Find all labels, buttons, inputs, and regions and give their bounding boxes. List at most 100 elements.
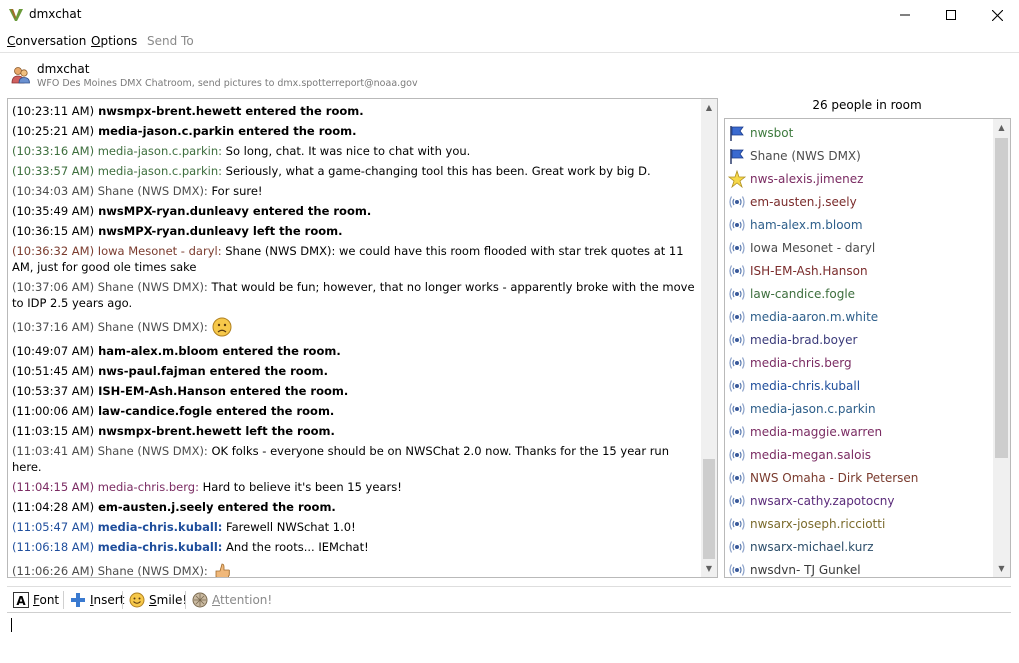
roster-scrollbar[interactable]: ▲ ▼: [993, 119, 1010, 577]
broadcast-icon: [729, 471, 745, 484]
roster-item[interactable]: NWS Omaha - Dirk Petersen: [725, 466, 993, 489]
roster-item[interactable]: media-maggie.warren: [725, 420, 993, 443]
broadcast-icon: [729, 540, 745, 553]
roster-item-label: media-aaron.m.white: [750, 309, 879, 324]
sad-face-emoticon-icon: [212, 317, 232, 337]
system-message: (11:00:06 AM) law-candice.fogle entered …: [12, 403, 698, 419]
message-header: (10:33:16 AM) media-jason.c.parkin:: [12, 144, 222, 158]
insert-button[interactable]: Insert: [70, 590, 124, 610]
chat-message: (10:33:57 AM) media-jason.c.parkin: Seri…: [12, 163, 698, 179]
broadcast-icon: [729, 241, 745, 254]
message-header: (11:04:15 AM) media-chris.berg:: [12, 480, 199, 494]
maximize-icon: [946, 10, 956, 20]
roster-item[interactable]: Shane (NWS DMX): [725, 144, 993, 167]
minimize-button[interactable]: [882, 0, 928, 30]
menu-options[interactable]: Options: [91, 34, 137, 48]
broadcast-icon: [729, 310, 745, 323]
message-text: law-candice.fogle entered the room.: [98, 404, 335, 418]
close-button[interactable]: [974, 0, 1019, 30]
thumbs-up-emoticon-icon: [215, 563, 230, 577]
roster-item[interactable]: ham-alex.m.bloom: [725, 213, 993, 236]
broadcast-icon: [729, 264, 745, 277]
roster-item[interactable]: nwsarx-cathy.zapotocny: [725, 489, 993, 512]
message-input[interactable]: [9, 615, 1007, 655]
close-icon: [991, 9, 1003, 21]
broadcast-icon: [729, 333, 745, 346]
message-header: (11:06:26 AM) Shane (NWS DMX):: [12, 564, 208, 578]
room-roster[interactable]: nwsbot Shane (NWS DMX) nws-alexis.jimenez e…: [724, 118, 1011, 578]
minimize-icon: [900, 14, 910, 16]
roster-scroll-thumb[interactable]: [995, 138, 1008, 458]
message-header: (11:05:47 AM): [12, 520, 95, 534]
toolbar-separator: [122, 591, 123, 609]
menu-conversation[interactable]: Conversation: [7, 34, 86, 48]
smile-button-accel: S: [149, 593, 157, 607]
roster-item[interactable]: media-jason.c.parkin: [725, 397, 993, 420]
maximize-button[interactable]: [928, 0, 974, 30]
message-text: nwsmpx-brent.hewett entered the room.: [98, 104, 364, 118]
attention-button[interactable]: Attention!: [192, 590, 272, 610]
roster-item[interactable]: media-chris.berg: [725, 351, 993, 374]
attention-button-accel: A: [212, 593, 220, 607]
chat-message: (11:06:26 AM) Shane (NWS DMX):: [12, 559, 698, 578]
broadcast-icon: [729, 494, 745, 507]
broadcast-icon: [729, 356, 745, 369]
roster-item[interactable]: nwsdvn- TJ Gunkel: [725, 558, 993, 577]
roster-item-label: nwsarx-michael.kurz: [750, 539, 874, 554]
roster-item[interactable]: nwsarx-michael.kurz: [725, 535, 993, 558]
message-text: Seriously, what a game-changing tool thi…: [225, 164, 651, 178]
menu-send-to[interactable]: Send To: [147, 34, 194, 48]
message-header: (10:53:37 AM): [12, 384, 95, 398]
system-message: (10:49:07 AM) ham-alex.m.bloom entered t…: [12, 343, 698, 359]
conversation-header: dmxchat WFO Des Moines DMX Chatroom, sen…: [0, 52, 1019, 94]
roster-item[interactable]: media-aaron.m.white: [725, 305, 993, 328]
roster-item[interactable]: nws-alexis.jimenez: [725, 167, 993, 190]
chat-room-icon: [11, 67, 30, 84]
broadcast-icon: [729, 563, 745, 576]
broadcast-icon: [729, 425, 745, 438]
roster-scroll-up-icon[interactable]: ▲: [993, 119, 1010, 136]
smile-button[interactable]: Smile!: [129, 590, 187, 610]
chat-message: (10:37:16 AM) Shane (NWS DMX):: [12, 315, 698, 339]
roster-item[interactable]: media-chris.kuball: [725, 374, 993, 397]
chat-history[interactable]: (10:23:11 AM) nwsmpx-brent.hewett entere…: [7, 98, 718, 578]
title-bar: dmxchat: [0, 0, 1019, 30]
system-message: (10:51:45 AM) nws-paul.fajman entered th…: [12, 363, 698, 379]
menu-bar: Conversation Options Send To: [0, 31, 1019, 51]
roster-item[interactable]: em-austen.j.seely: [725, 190, 993, 213]
roster-list: nwsbot Shane (NWS DMX) nws-alexis.jimenez e…: [725, 121, 993, 577]
roster-item[interactable]: media-megan.salois: [725, 443, 993, 466]
message-header: (11:03:41 AM) Shane (NWS DMX):: [12, 444, 208, 458]
chat-scroll-thumb[interactable]: [703, 459, 715, 559]
roster-item[interactable]: nwsarx-joseph.ricciotti: [725, 512, 993, 535]
roster-item-label: media-brad.boyer: [750, 332, 858, 347]
roster-item[interactable]: Iowa Mesonet - daryl: [725, 236, 993, 259]
chat-scrollbar[interactable]: ▲ ▼: [701, 99, 717, 577]
toolbar-separator: [185, 591, 186, 609]
roster-item-label: Shane (NWS DMX): [750, 148, 861, 163]
scroll-down-arrow-icon[interactable]: ▼: [701, 560, 717, 577]
roster-item-label: nwsarx-joseph.ricciotti: [750, 516, 886, 531]
roster-item[interactable]: media-brad.boyer: [725, 328, 993, 351]
menu-conversation-label: onversation: [15, 34, 87, 48]
insert-button-label: nsert: [93, 593, 125, 607]
message-text: And the roots... IEMchat!: [226, 540, 369, 554]
roster-item[interactable]: nwsbot: [725, 121, 993, 144]
roster-item[interactable]: law-candice.fogle: [725, 282, 993, 305]
message-header: (10:23:11 AM): [12, 104, 95, 118]
chat-message: (10:33:16 AM) media-jason.c.parkin: So l…: [12, 143, 698, 159]
attention-icon: [192, 592, 208, 608]
message-header: (10:25:21 AM): [12, 124, 95, 138]
scroll-up-arrow-icon[interactable]: ▲: [701, 99, 717, 116]
message-text: em-austen.j.seely entered the room.: [98, 500, 336, 514]
broadcast-icon: [729, 402, 745, 415]
message-header: (11:04:28 AM): [12, 500, 95, 514]
message-text: Farewell NWSchat 1.0!: [226, 520, 356, 534]
roster-scroll-down-icon[interactable]: ▼: [993, 560, 1010, 577]
roster-item-label: nws-alexis.jimenez: [750, 171, 864, 186]
roster-item[interactable]: ISH-EM-Ash.Hanson: [725, 259, 993, 282]
system-message: (10:25:21 AM) media-jason.c.parkin enter…: [12, 123, 698, 139]
font-button[interactable]: A Font: [13, 590, 59, 610]
roster-item-label: media-chris.berg: [750, 355, 852, 370]
message-header: (10:51:45 AM): [12, 364, 95, 378]
